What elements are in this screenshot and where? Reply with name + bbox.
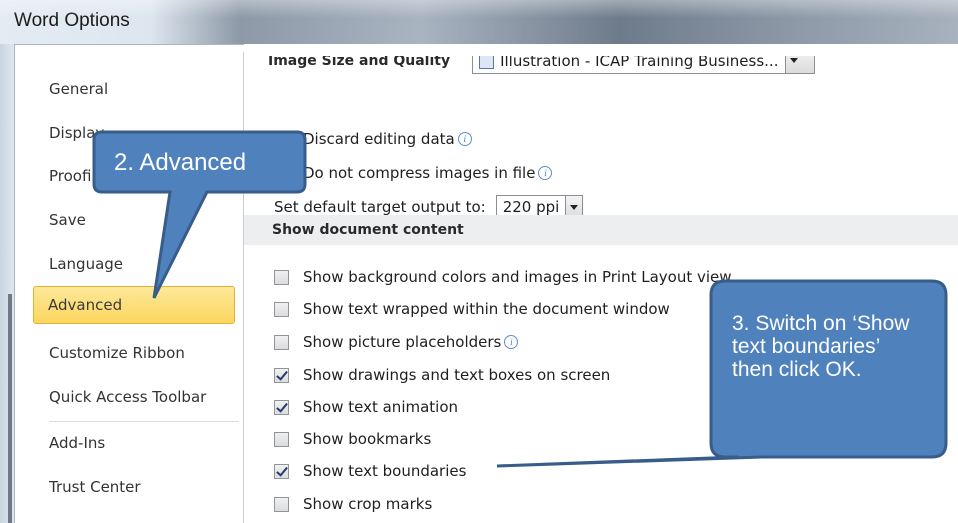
- image-size-quality-label: Image Size and Quality: [268, 56, 451, 69]
- discard-editing-label: Discard editing data: [303, 130, 455, 148]
- option-row[interactable]: Show bookmarks: [274, 426, 431, 452]
- image-quality-document-dropdown[interactable]: Illustration - ICAP Training Business...: [472, 56, 816, 74]
- option-row[interactable]: Show text boundaries: [274, 458, 466, 484]
- no-compress-label: Do not compress images in file: [303, 164, 536, 182]
- option-label: Show text animation: [303, 398, 459, 416]
- option-row[interactable]: Show picture placeholders i: [274, 329, 519, 355]
- text-boundaries-checkbox[interactable]: [274, 463, 289, 479]
- option-label: Show picture placeholders: [303, 333, 502, 351]
- option-label: Show crop marks: [303, 495, 433, 513]
- info-icon: i: [457, 132, 472, 146]
- crop-marks-checkbox[interactable]: [274, 496, 289, 512]
- option-row[interactable]: Show crop marks: [274, 491, 432, 517]
- text-animation-checkbox[interactable]: [274, 399, 289, 415]
- word-options-window: Word Options General Display Proofing Sa…: [0, 0, 958, 523]
- advanced-callout-text: 2. Advanced: [114, 149, 247, 176]
- document-icon: [479, 56, 495, 69]
- sidebar-item-customize-ribbon[interactable]: Customize Ribbon: [35, 335, 245, 371]
- sidebar-item-quick-access-toolbar[interactable]: Quick Access Toolbar: [35, 379, 245, 415]
- sidebar-item-trust-center[interactable]: Trust Center: [35, 469, 245, 505]
- picture-placeholders-checkbox[interactable]: [274, 334, 289, 350]
- drawings-text-boxes-checkbox[interactable]: [274, 367, 289, 383]
- option-row[interactable]: Show text animation: [274, 394, 458, 420]
- window-title: Word Options: [14, 10, 130, 31]
- image-size-quality-row: Image Size and Quality Illustration - IC…: [268, 56, 816, 84]
- sidebar-item-add-ins[interactable]: Add-Ins: [35, 425, 245, 461]
- sidebar-separator: [49, 421, 239, 422]
- bookmarks-checkbox[interactable]: [274, 431, 289, 447]
- info-icon: i: [538, 166, 553, 180]
- chevron-down-icon[interactable]: [785, 56, 815, 73]
- title-bar[interactable]: Word Options: [0, 0, 958, 44]
- instruction-callout-text: 3. Switch on ‘Show text boundaries’ then…: [732, 312, 910, 381]
- sidebar-item-general[interactable]: General: [35, 71, 245, 107]
- option-label: Show text boundaries: [303, 462, 467, 480]
- window-frame-left: [0, 44, 14, 523]
- show-content-section-header: Show document content: [244, 215, 958, 245]
- image-quality-document-value: Illustration - ICAP Training Business...: [500, 56, 779, 70]
- target-output-value: 220 ppi: [502, 198, 560, 216]
- option-label: Show bookmarks: [303, 430, 432, 448]
